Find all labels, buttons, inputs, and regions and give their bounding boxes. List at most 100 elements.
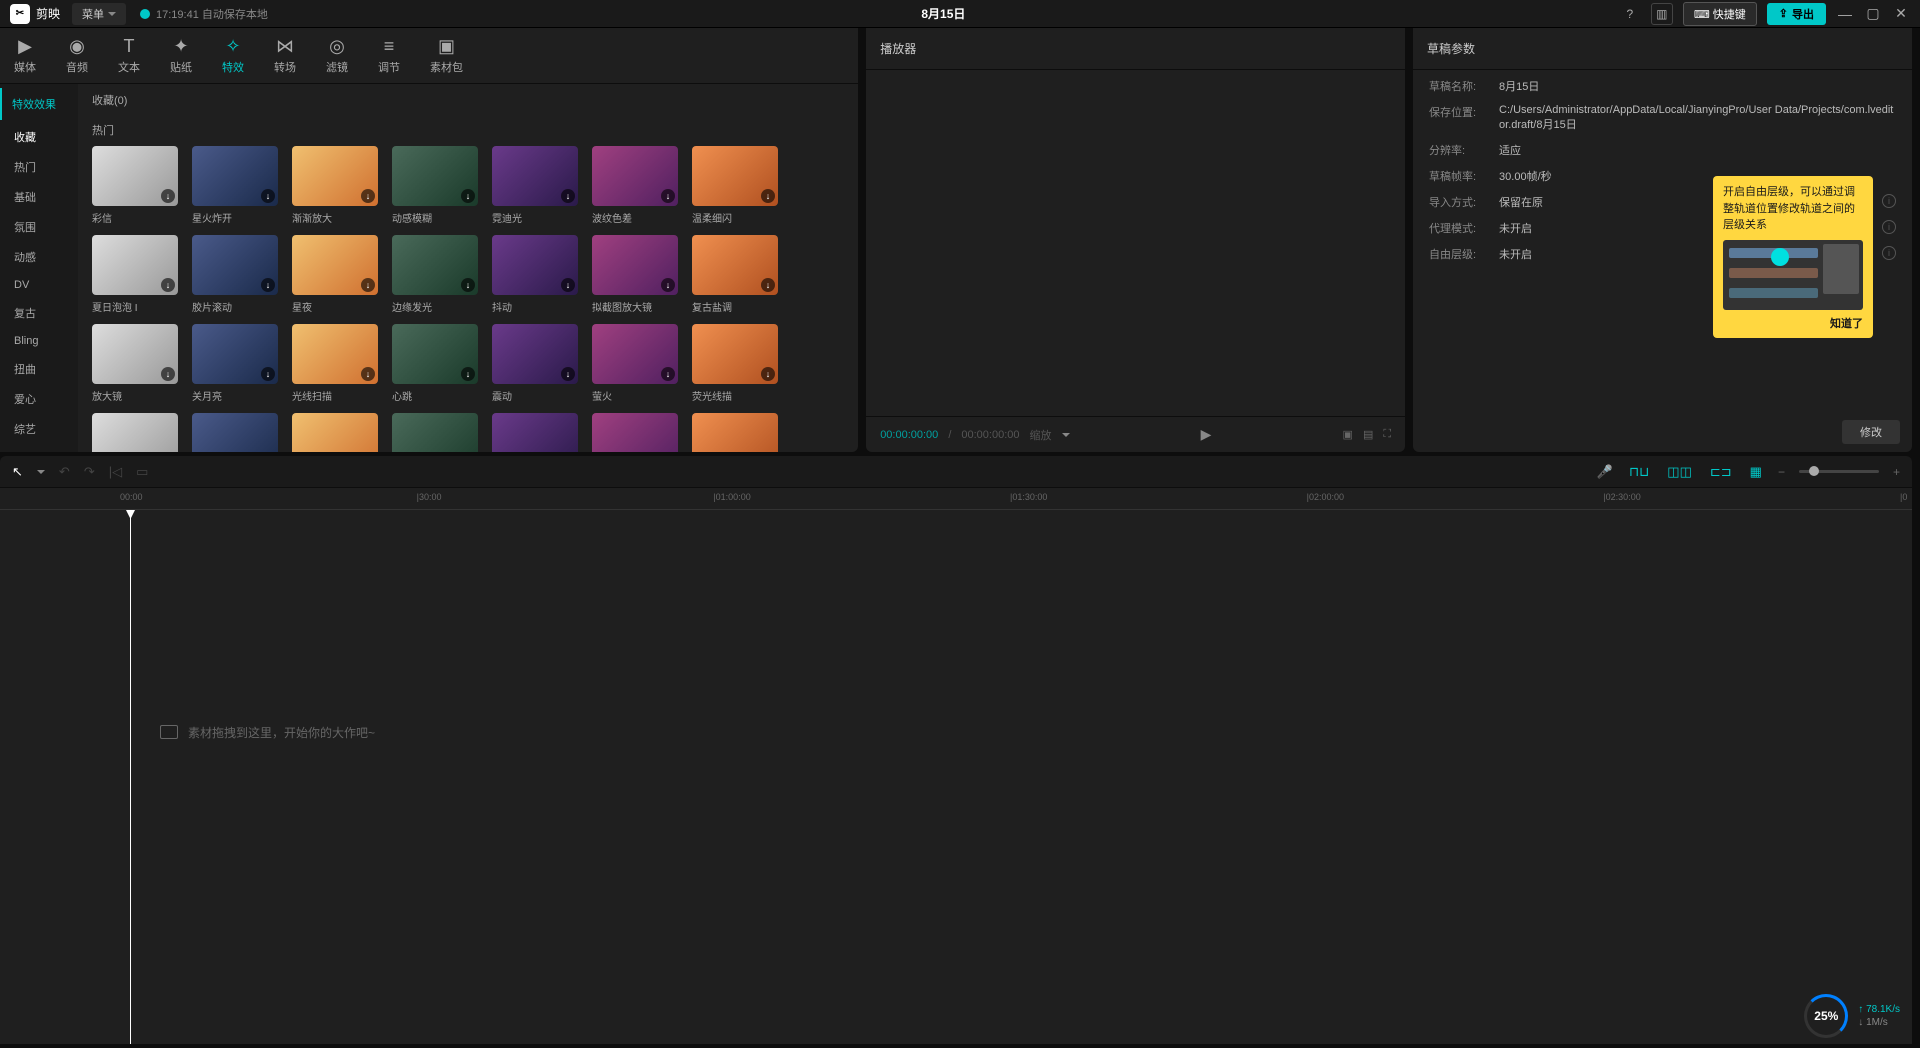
download-icon[interactable]: ↓ — [761, 367, 775, 381]
side-tab-基础[interactable]: 基础 — [0, 182, 78, 212]
timeline-tracks[interactable]: 素材拖拽到这里，开始你的大作吧~ — [0, 510, 1912, 1044]
download-icon[interactable]: ↓ — [161, 189, 175, 203]
effect-item[interactable]: ↓胶片滚动 — [192, 235, 278, 314]
download-icon[interactable]: ↓ — [661, 278, 675, 292]
effect-item[interactable]: ↓ — [192, 413, 278, 452]
effect-item[interactable]: ↓拟截图放大镜 — [592, 235, 678, 314]
chevron-down-icon[interactable] — [1062, 433, 1070, 437]
effect-item[interactable]: ↓渐渐放大 — [292, 146, 378, 225]
effect-item[interactable]: ↓温柔细闪 — [692, 146, 778, 225]
window-minimize[interactable]: — — [1836, 6, 1854, 22]
download-icon[interactable]: ↓ — [461, 189, 475, 203]
shortcut-button[interactable]: ⌨ 快捷键 — [1683, 2, 1757, 26]
info-icon[interactable]: i — [1882, 194, 1896, 208]
zoom-out-icon[interactable]: − — [1778, 465, 1785, 479]
effect-item[interactable]: ↓ — [492, 413, 578, 452]
download-icon[interactable]: ↓ — [361, 189, 375, 203]
layout-icon[interactable]: ▥ — [1651, 3, 1673, 25]
download-icon[interactable]: ↓ — [561, 367, 575, 381]
download-icon[interactable]: ↓ — [361, 278, 375, 292]
player-viewport[interactable] — [866, 70, 1405, 416]
side-tab-DV[interactable]: DV — [0, 272, 78, 298]
effect-item[interactable]: ↓震动 — [492, 324, 578, 403]
side-tab-Bling[interactable]: Bling — [0, 328, 78, 354]
effect-item[interactable]: ↓ — [592, 413, 678, 452]
side-tab-扭曲[interactable]: 扭曲 — [0, 354, 78, 384]
effect-item[interactable]: ↓边缘发光 — [392, 235, 478, 314]
download-icon[interactable]: ↓ — [761, 189, 775, 203]
download-icon[interactable]: ↓ — [161, 278, 175, 292]
effect-item[interactable]: ↓抖动 — [492, 235, 578, 314]
effect-item[interactable]: ↓关月亮 — [192, 324, 278, 403]
delete-tool[interactable]: ▭ — [136, 464, 148, 480]
download-icon[interactable]: ↓ — [561, 189, 575, 203]
top-tab-音频[interactable]: ◉音频 — [62, 34, 92, 77]
magnet-tool[interactable]: ⊓⊔ — [1627, 462, 1651, 482]
play-button[interactable]: ▶ — [1201, 426, 1212, 443]
side-tab-爱心[interactable]: 爱心 — [0, 384, 78, 414]
tooltip-dismiss-button[interactable]: 知道了 — [1723, 316, 1863, 333]
top-tab-贴纸[interactable]: ✦贴纸 — [166, 34, 196, 77]
side-tab-收藏[interactable]: 收藏 — [0, 122, 78, 152]
side-tab-热门[interactable]: 热门 — [0, 152, 78, 182]
top-tab-转场[interactable]: ⋈转场 — [270, 34, 300, 77]
download-icon[interactable]: ↓ — [661, 189, 675, 203]
effect-item[interactable]: ↓光线扫描 — [292, 324, 378, 403]
undo-button[interactable]: ↶ — [59, 464, 70, 480]
download-icon[interactable]: ↓ — [261, 367, 275, 381]
help-icon[interactable]: ? — [1619, 3, 1641, 25]
top-tab-滤镜[interactable]: ◎滤镜 — [322, 34, 352, 77]
download-icon[interactable]: ↓ — [361, 367, 375, 381]
effect-item[interactable]: ↓彩信 — [92, 146, 178, 225]
download-icon[interactable]: ↓ — [461, 367, 475, 381]
effect-item[interactable]: ↓ — [292, 413, 378, 452]
effect-item[interactable]: ↓霓迪光 — [492, 146, 578, 225]
download-icon[interactable]: ↓ — [261, 278, 275, 292]
effect-item[interactable]: ↓动感模糊 — [392, 146, 478, 225]
modify-button[interactable]: 修改 — [1842, 420, 1900, 444]
fullscreen-icon[interactable]: ⛶ — [1383, 428, 1391, 441]
effect-item[interactable]: ↓荧光线描 — [692, 324, 778, 403]
info-icon[interactable]: i — [1882, 220, 1896, 234]
menu-button[interactable]: 菜单 — [72, 3, 126, 25]
align-tool[interactable]: ⊏⊐ — [1708, 462, 1734, 482]
effect-item[interactable]: ↓ — [392, 413, 478, 452]
export-button[interactable]: ⇪ 导出 — [1767, 3, 1826, 25]
effect-item[interactable]: ↓星夜 — [292, 235, 378, 314]
split-tool[interactable]: |◁ — [109, 464, 122, 480]
snapshot-icon[interactable]: ▣ — [1343, 428, 1353, 441]
top-tab-媒体[interactable]: ▶媒体 — [10, 34, 40, 77]
link-tool[interactable]: ◫◫ — [1665, 462, 1694, 482]
zoom-in-icon[interactable]: + — [1893, 465, 1900, 479]
effect-item[interactable]: ↓复古盐调 — [692, 235, 778, 314]
effect-item[interactable]: ↓萤火 — [592, 324, 678, 403]
side-tab-潮酷[interactable]: 潮酷 — [0, 444, 78, 452]
effect-item[interactable]: ↓星火炸开 — [192, 146, 278, 225]
side-tab-综艺[interactable]: 综艺 — [0, 414, 78, 444]
download-icon[interactable]: ↓ — [661, 367, 675, 381]
window-close[interactable]: ✕ — [1892, 5, 1910, 22]
top-tab-素材包[interactable]: ▣素材包 — [426, 34, 467, 77]
side-tab-动感[interactable]: 动感 — [0, 242, 78, 272]
download-icon[interactable]: ↓ — [161, 367, 175, 381]
zoom-slider[interactable] — [1799, 470, 1879, 473]
effect-item[interactable]: ↓夏日泡泡 I — [92, 235, 178, 314]
side-tab-氛围[interactable]: 氛围 — [0, 212, 78, 242]
mic-icon[interactable]: 🎤 — [1597, 464, 1613, 480]
chevron-down-icon[interactable] — [37, 470, 45, 474]
pointer-tool[interactable]: ↖ — [12, 464, 23, 480]
effect-item[interactable]: ↓波纹色差 — [592, 146, 678, 225]
preview-tool[interactable]: ▦ — [1748, 462, 1764, 482]
ratio-icon[interactable]: ▤ — [1363, 428, 1373, 441]
download-icon[interactable]: ↓ — [461, 278, 475, 292]
top-tab-特效[interactable]: ✧特效 — [218, 34, 248, 77]
redo-button[interactable]: ↷ — [84, 464, 95, 480]
effects-grid-area[interactable]: 收藏(0) 热门 ↓彩信↓星火炸开↓渐渐放大↓动感模糊↓霓迪光↓波纹色差↓温柔细… — [78, 84, 858, 452]
window-maximize[interactable]: ▢ — [1864, 5, 1882, 22]
effect-item[interactable]: ↓心跳 — [392, 324, 478, 403]
download-icon[interactable]: ↓ — [261, 189, 275, 203]
effect-item[interactable]: ↓ — [692, 413, 778, 452]
top-tab-调节[interactable]: ≡调节 — [374, 34, 404, 77]
side-tab-复古[interactable]: 复古 — [0, 298, 78, 328]
top-tab-文本[interactable]: T文本 — [114, 34, 144, 77]
